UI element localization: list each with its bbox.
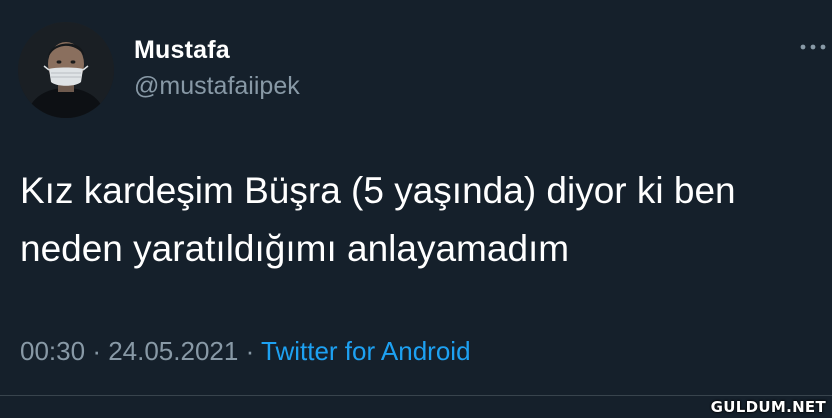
- more-horizontal-icon: [800, 44, 826, 50]
- meta-separator: ·: [245, 336, 261, 366]
- meta-separator: ·: [92, 336, 109, 366]
- tweet-card: Mustafa @mustafaiipek Kız kardeşim Büşra…: [0, 0, 832, 418]
- tweet-time[interactable]: 00:30: [20, 336, 85, 366]
- author-handle[interactable]: @mustafaiipek: [134, 72, 300, 101]
- more-options-button[interactable]: [796, 34, 832, 60]
- avatar-image: [18, 22, 114, 118]
- tweet-date[interactable]: 24.05.2021: [108, 336, 238, 366]
- tweet-text: Kız kardeşim Büşra (5 yaşında) diyor ki …: [20, 162, 830, 278]
- divider: [0, 395, 832, 396]
- tweet-text-line: neden yaratıldığımı anlayamadım: [20, 228, 570, 269]
- author-display-name[interactable]: Mustafa: [134, 36, 230, 65]
- tweet-source-link[interactable]: Twitter for Android: [261, 336, 471, 366]
- tweet-metadata: 00:30 · 24.05.2021 · Twitter for Android: [20, 336, 471, 367]
- avatar[interactable]: [18, 22, 114, 118]
- tweet-text-line: Kız kardeşim Büşra (5 yaşında) diyor ki …: [20, 170, 736, 211]
- watermark: GULDUM.NET: [710, 398, 826, 416]
